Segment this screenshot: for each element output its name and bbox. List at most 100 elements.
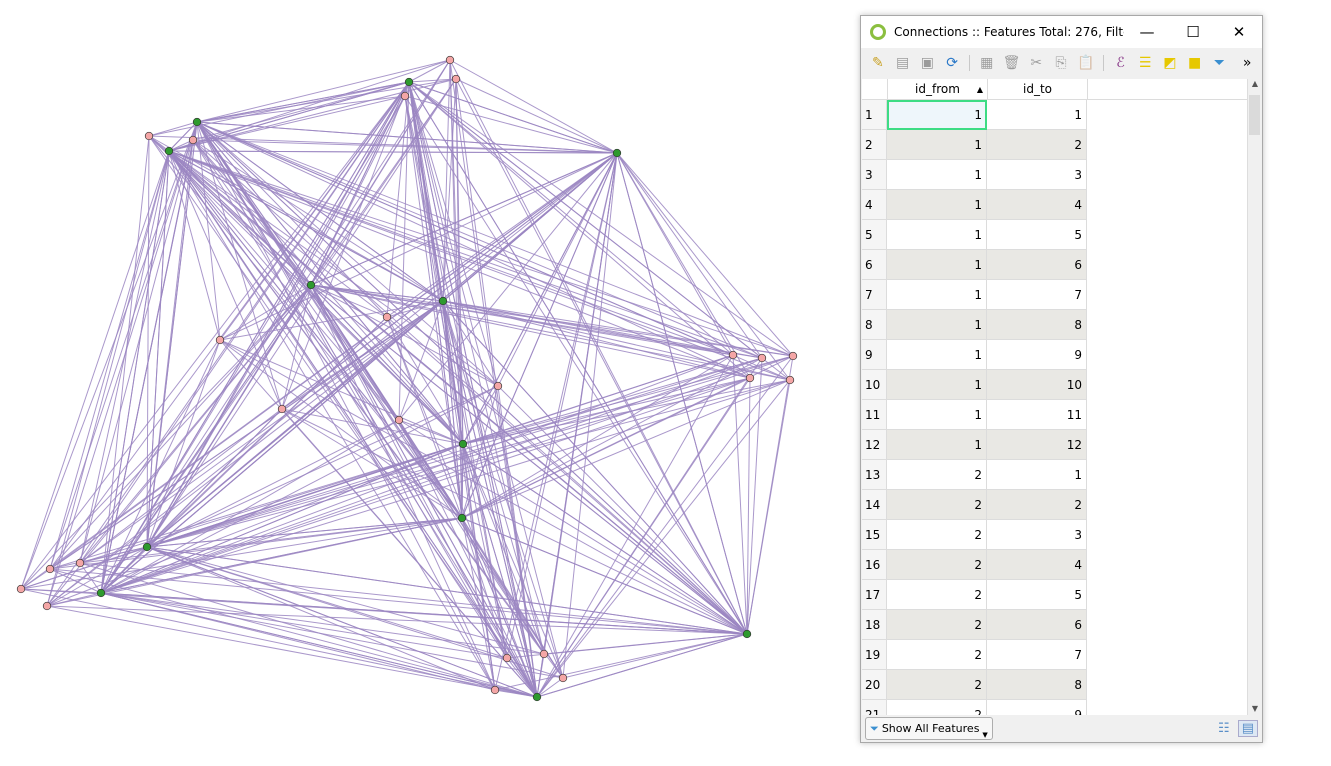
- table-row[interactable]: 313: [862, 160, 1248, 190]
- cell-id-from[interactable]: 1: [887, 220, 987, 250]
- deselect-icon[interactable]: ■: [1184, 52, 1206, 74]
- cell-id-from[interactable]: 2: [887, 700, 987, 715]
- table-row[interactable]: 212: [862, 130, 1248, 160]
- cell-id-from[interactable]: 2: [887, 580, 987, 610]
- table-row[interactable]: 919: [862, 340, 1248, 370]
- cell-id-from[interactable]: 1: [887, 190, 987, 220]
- cell-id-to[interactable]: 9: [987, 340, 1087, 370]
- cell-id-to[interactable]: 11: [987, 400, 1087, 430]
- table-row[interactable]: 414: [862, 190, 1248, 220]
- row-number[interactable]: 12: [862, 430, 887, 460]
- table-row[interactable]: 111: [862, 100, 1248, 130]
- cell-id-to[interactable]: 8: [987, 310, 1087, 340]
- cell-id-from[interactable]: 2: [887, 670, 987, 700]
- cell-id-to[interactable]: 5: [987, 580, 1087, 610]
- table-row[interactable]: 16 2 4: [862, 550, 1248, 580]
- cell-id-to[interactable]: 9: [987, 700, 1087, 715]
- table-row[interactable]: 17 2 5: [862, 580, 1248, 610]
- select-all-icon[interactable]: ☰: [1134, 52, 1156, 74]
- cell-id-from[interactable]: 1: [887, 370, 987, 400]
- cell-id-to[interactable]: 4: [987, 190, 1087, 220]
- table-row[interactable]: 14 2 2: [862, 490, 1248, 520]
- cell-id-to[interactable]: 6: [987, 250, 1087, 280]
- cell-id-to[interactable]: 4: [987, 550, 1087, 580]
- delete-icon[interactable]: 🗑: [1001, 52, 1023, 74]
- cell-id-to[interactable]: 3: [987, 520, 1087, 550]
- cell-id-to[interactable]: 10: [987, 370, 1087, 400]
- cell-id-from[interactable]: 2: [887, 460, 987, 490]
- table-row[interactable]: 18 2 6: [862, 610, 1248, 640]
- row-number[interactable]: 20: [862, 670, 887, 700]
- cell-id-to[interactable]: 6: [987, 610, 1087, 640]
- close-button[interactable]: ✕: [1216, 23, 1262, 41]
- cell-id-from[interactable]: 1: [887, 400, 987, 430]
- cell-id-from[interactable]: 1: [887, 280, 987, 310]
- cell-id-to[interactable]: 2: [987, 130, 1087, 160]
- row-number[interactable]: 3: [862, 160, 887, 190]
- form-view-icon[interactable]: ☷: [1218, 721, 1230, 736]
- cell-id-from[interactable]: 1: [887, 130, 987, 160]
- cell-id-from[interactable]: 1: [887, 430, 987, 460]
- table-row[interactable]: 20 2 8: [862, 670, 1248, 700]
- multi-edit-icon[interactable]: ▤: [892, 52, 914, 74]
- map-canvas[interactable]: [0, 0, 850, 766]
- row-number[interactable]: 17: [862, 580, 887, 610]
- row-number[interactable]: 9: [862, 340, 887, 370]
- row-number[interactable]: 1: [862, 100, 887, 130]
- table-row[interactable]: 616: [862, 250, 1248, 280]
- column-header-id-from[interactable]: id_from ▲: [888, 79, 988, 99]
- table-view-icon[interactable]: ▤: [1237, 720, 1258, 737]
- cut-icon[interactable]: ✂: [1025, 52, 1047, 74]
- cell-id-to[interactable]: 1: [987, 460, 1087, 490]
- table-row[interactable]: 19 2 7: [862, 640, 1248, 670]
- scroll-up-icon[interactable]: ▲: [1248, 79, 1262, 88]
- table-row[interactable]: 12 1 12: [862, 430, 1248, 460]
- table-row[interactable]: 15 2 3: [862, 520, 1248, 550]
- save-icon[interactable]: ▣: [916, 52, 938, 74]
- cell-id-to[interactable]: 7: [987, 640, 1087, 670]
- cell-id-from[interactable]: 1: [887, 250, 987, 280]
- cell-id-from[interactable]: 1: [887, 340, 987, 370]
- row-number[interactable]: 19: [862, 640, 887, 670]
- row-number[interactable]: 8: [862, 310, 887, 340]
- row-number[interactable]: 14: [862, 490, 887, 520]
- row-number[interactable]: 13: [862, 460, 887, 490]
- cell-id-to[interactable]: 2: [987, 490, 1087, 520]
- maximize-button[interactable]: ☐: [1170, 23, 1216, 41]
- cell-id-to[interactable]: 3: [987, 160, 1087, 190]
- row-number[interactable]: 11: [862, 400, 887, 430]
- scroll-down-icon[interactable]: ▼: [1248, 704, 1262, 713]
- cell-id-to[interactable]: 12: [987, 430, 1087, 460]
- row-number[interactable]: 7: [862, 280, 887, 310]
- refresh-icon[interactable]: ⟳: [941, 52, 963, 74]
- table-row[interactable]: 13 2 1: [862, 460, 1248, 490]
- cell-id-to[interactable]: 7: [987, 280, 1087, 310]
- table-row[interactable]: 515: [862, 220, 1248, 250]
- table-row[interactable]: 818: [862, 310, 1248, 340]
- row-number[interactable]: 4: [862, 190, 887, 220]
- cell-id-to[interactable]: 8: [987, 670, 1087, 700]
- cell-id-from[interactable]: 2: [887, 640, 987, 670]
- table-row[interactable]: 21 2 9: [862, 700, 1248, 715]
- cell-id-from[interactable]: 1: [887, 100, 987, 130]
- row-number[interactable]: 16: [862, 550, 887, 580]
- show-all-features-button[interactable]: ⏷ Show All Features ▼: [865, 717, 993, 740]
- row-number[interactable]: 2: [862, 130, 887, 160]
- expression-select-icon[interactable]: ℰ: [1110, 52, 1132, 74]
- pencil-icon[interactable]: ✎: [867, 52, 889, 74]
- cell-id-from[interactable]: 2: [887, 610, 987, 640]
- new-feature-icon[interactable]: ▦: [976, 52, 998, 74]
- row-number[interactable]: 6: [862, 250, 887, 280]
- cell-id-from[interactable]: 1: [887, 160, 987, 190]
- cell-id-from[interactable]: 2: [887, 490, 987, 520]
- cell-id-from[interactable]: 2: [887, 550, 987, 580]
- row-number[interactable]: 15: [862, 520, 887, 550]
- row-number[interactable]: 18: [862, 610, 887, 640]
- cell-id-to[interactable]: 1: [987, 100, 1087, 130]
- paste-icon[interactable]: 📋: [1075, 52, 1097, 74]
- table-row[interactable]: 11 1 11: [862, 400, 1248, 430]
- row-number[interactable]: 21: [862, 700, 887, 715]
- table-row[interactable]: 717: [862, 280, 1248, 310]
- vertical-scrollbar[interactable]: ▲ ▼: [1247, 79, 1262, 715]
- filter-icon[interactable]: ⏷: [1209, 52, 1231, 74]
